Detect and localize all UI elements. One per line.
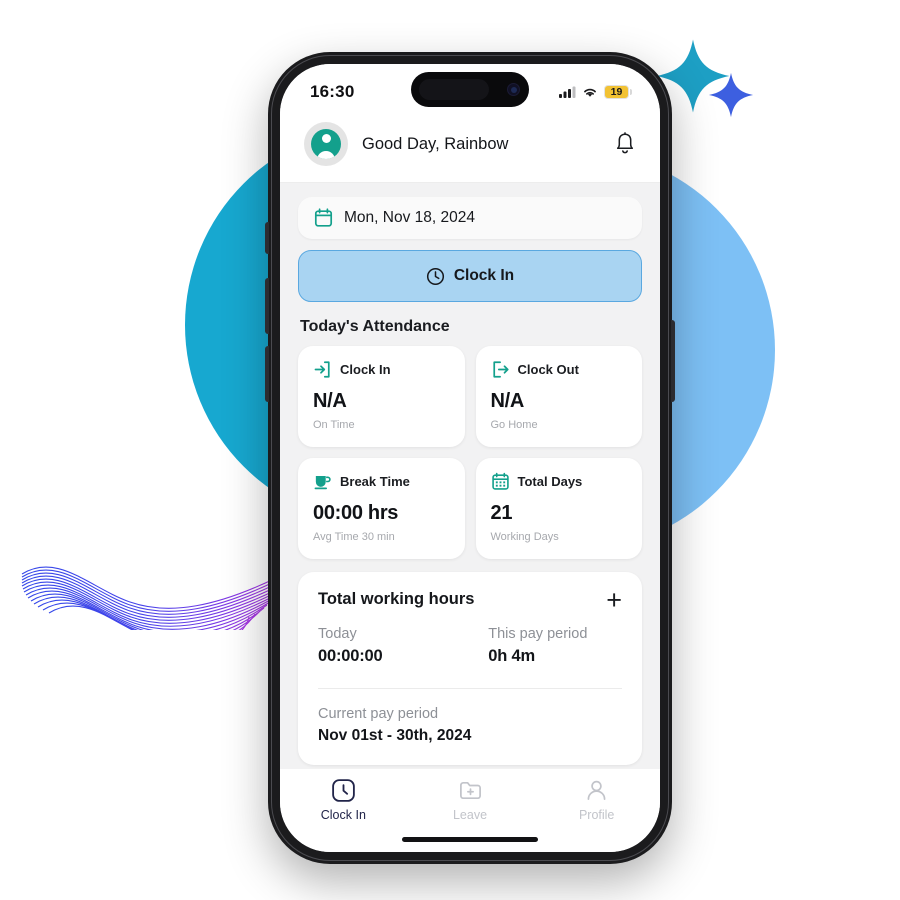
calendar-grid-icon	[491, 472, 509, 490]
wave-decoration	[18, 548, 283, 648]
calendar-icon	[314, 208, 333, 227]
card-subtext: Working Days	[490, 531, 559, 543]
section-title-attendance: Today's Attendance	[300, 318, 450, 335]
card-header: Total Days	[491, 472, 628, 491]
home-indicator[interactable]	[402, 836, 538, 842]
card-subtext: Avg Time 30 min	[313, 531, 395, 543]
card-label: Total Days	[517, 474, 583, 489]
main-content: Mon, Nov 18, 2024 Clock In Today's Atten…	[280, 183, 660, 769]
today-label: Today	[318, 626, 357, 642]
volume-up-button[interactable]	[265, 278, 269, 334]
status-icons: 19	[559, 81, 632, 99]
coffee-cup-icon	[314, 475, 331, 490]
greeting-text: Good Day, Rainbow	[362, 134, 509, 153]
status-bar: 16:30 19	[280, 64, 660, 116]
bottom-tab-bar: Clock In Leave Profile	[280, 769, 660, 826]
clock-in-button[interactable]: Clock In	[298, 250, 642, 302]
plus-icon[interactable]: +	[606, 586, 622, 613]
status-time: 16:30	[310, 82, 355, 101]
date-selector[interactable]: Mon, Nov 18, 2024	[298, 197, 642, 239]
working-hours-title: Total working hours	[318, 590, 475, 608]
pay-period-column: This pay period 0h 4m	[488, 626, 622, 666]
tab-label: Clock In	[320, 808, 366, 822]
date-text: Mon, Nov 18, 2024	[344, 209, 475, 226]
attendance-card-clock-in[interactable]: Clock In N/A On Time	[298, 346, 465, 447]
login-arrow-icon	[314, 361, 330, 378]
card-subtext: Go Home	[490, 419, 538, 431]
tab-label: Leave	[452, 808, 488, 822]
today-value: 00:00:00	[318, 647, 383, 665]
today-column: Today 00:00:00	[318, 626, 488, 666]
card-header: Clock Out	[491, 360, 628, 379]
logout-arrow-icon	[492, 361, 509, 378]
clock-square-icon	[332, 779, 355, 802]
card-value: 00:00 hrs	[313, 502, 399, 524]
current-pay-period-label: Current pay period	[318, 706, 439, 722]
current-pay-period: Current pay period Nov 01st - 30th, 2024	[318, 706, 622, 745]
tab-leave[interactable]: Leave	[407, 778, 534, 822]
home-indicator-area	[280, 826, 660, 852]
pay-period-label: This pay period	[488, 626, 588, 642]
silent-switch[interactable]	[265, 222, 269, 254]
clock-icon	[426, 267, 444, 285]
tab-label: Profile	[578, 808, 615, 822]
front-camera-icon	[507, 83, 520, 96]
cellular-signal-icon	[559, 86, 576, 98]
card-value: N/A	[490, 390, 525, 412]
sparkle-small-icon	[708, 72, 754, 118]
divider	[318, 688, 622, 689]
user-avatar-icon	[311, 129, 341, 159]
dynamic-island	[411, 72, 529, 107]
tab-profile[interactable]: Profile	[533, 778, 660, 822]
power-button[interactable]	[671, 320, 675, 402]
card-label: Clock Out	[517, 362, 579, 377]
current-pay-period-value: Nov 01st - 30th, 2024	[318, 727, 472, 744]
bell-icon[interactable]	[614, 132, 636, 156]
battery-indicator: 19	[604, 85, 629, 99]
attendance-card-grid: Clock In N/A On Time Clock Out N/A Go Ho…	[298, 346, 642, 559]
clock-in-button-label: Clock In	[453, 267, 515, 284]
attendance-card-clock-out[interactable]: Clock Out N/A Go Home	[475, 346, 642, 447]
working-hours-header: Total working hours +	[318, 586, 622, 613]
person-icon	[587, 780, 606, 801]
phone-screen: 16:30 19 Good Day, Rainbow Mon, Nov 18, …	[280, 64, 660, 852]
attendance-card-total-days[interactable]: Total Days 21 Working Days	[475, 458, 642, 559]
volume-down-button[interactable]	[265, 346, 269, 402]
card-label: Break Time	[340, 474, 410, 489]
attendance-card-break-time[interactable]: Break Time 00:00 hrs Avg Time 30 min	[298, 458, 465, 559]
app-header: Good Day, Rainbow	[280, 116, 660, 183]
working-hours-card: Total working hours + Today 00:00:00 Thi…	[298, 572, 642, 765]
card-value: 21	[490, 502, 513, 524]
card-subtext: On Time	[313, 419, 355, 431]
pay-period-value: 0h 4m	[488, 647, 535, 665]
phone-frame: 16:30 19 Good Day, Rainbow Mon, Nov 18, …	[265, 52, 675, 864]
avatar[interactable]	[304, 122, 348, 166]
tab-clock-in[interactable]: Clock In	[280, 778, 407, 822]
island-pill	[419, 79, 489, 100]
wifi-icon	[584, 88, 596, 97]
working-hours-columns: Today 00:00:00 This pay period 0h 4m	[318, 626, 622, 666]
card-header: Break Time	[313, 472, 450, 491]
folder-plus-icon	[459, 781, 481, 800]
card-header: Clock In	[313, 360, 450, 379]
card-value: N/A	[313, 390, 347, 412]
card-label: Clock In	[340, 362, 391, 377]
battery-cap	[630, 89, 632, 95]
